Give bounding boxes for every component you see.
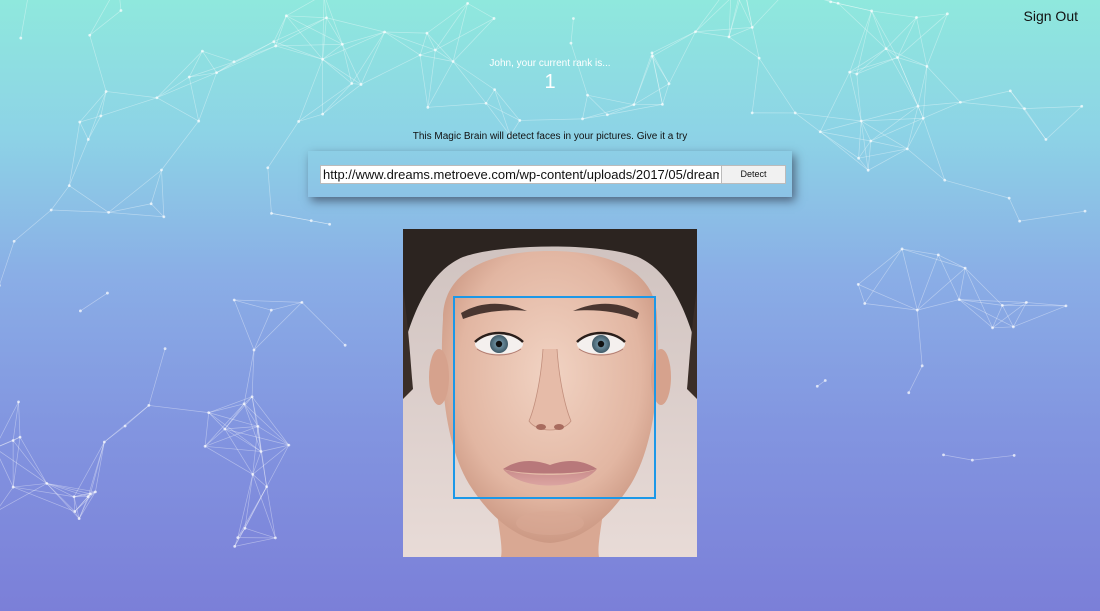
detect-button[interactable]: Detect <box>722 164 786 184</box>
rank-label: John, your current rank is... <box>489 58 611 69</box>
face-image-container <box>403 229 697 557</box>
image-url-input[interactable] <box>320 164 722 184</box>
intro-text: This Magic Brain will detect faces in yo… <box>412 131 688 142</box>
face-bounding-box <box>453 296 656 499</box>
rank-value: 1 <box>544 71 556 93</box>
sign-out-link[interactable]: Sign Out <box>1024 8 1078 24</box>
image-url-form: Detect <box>308 151 792 197</box>
rank-block: John, your current rank is... 1 <box>0 58 1100 94</box>
